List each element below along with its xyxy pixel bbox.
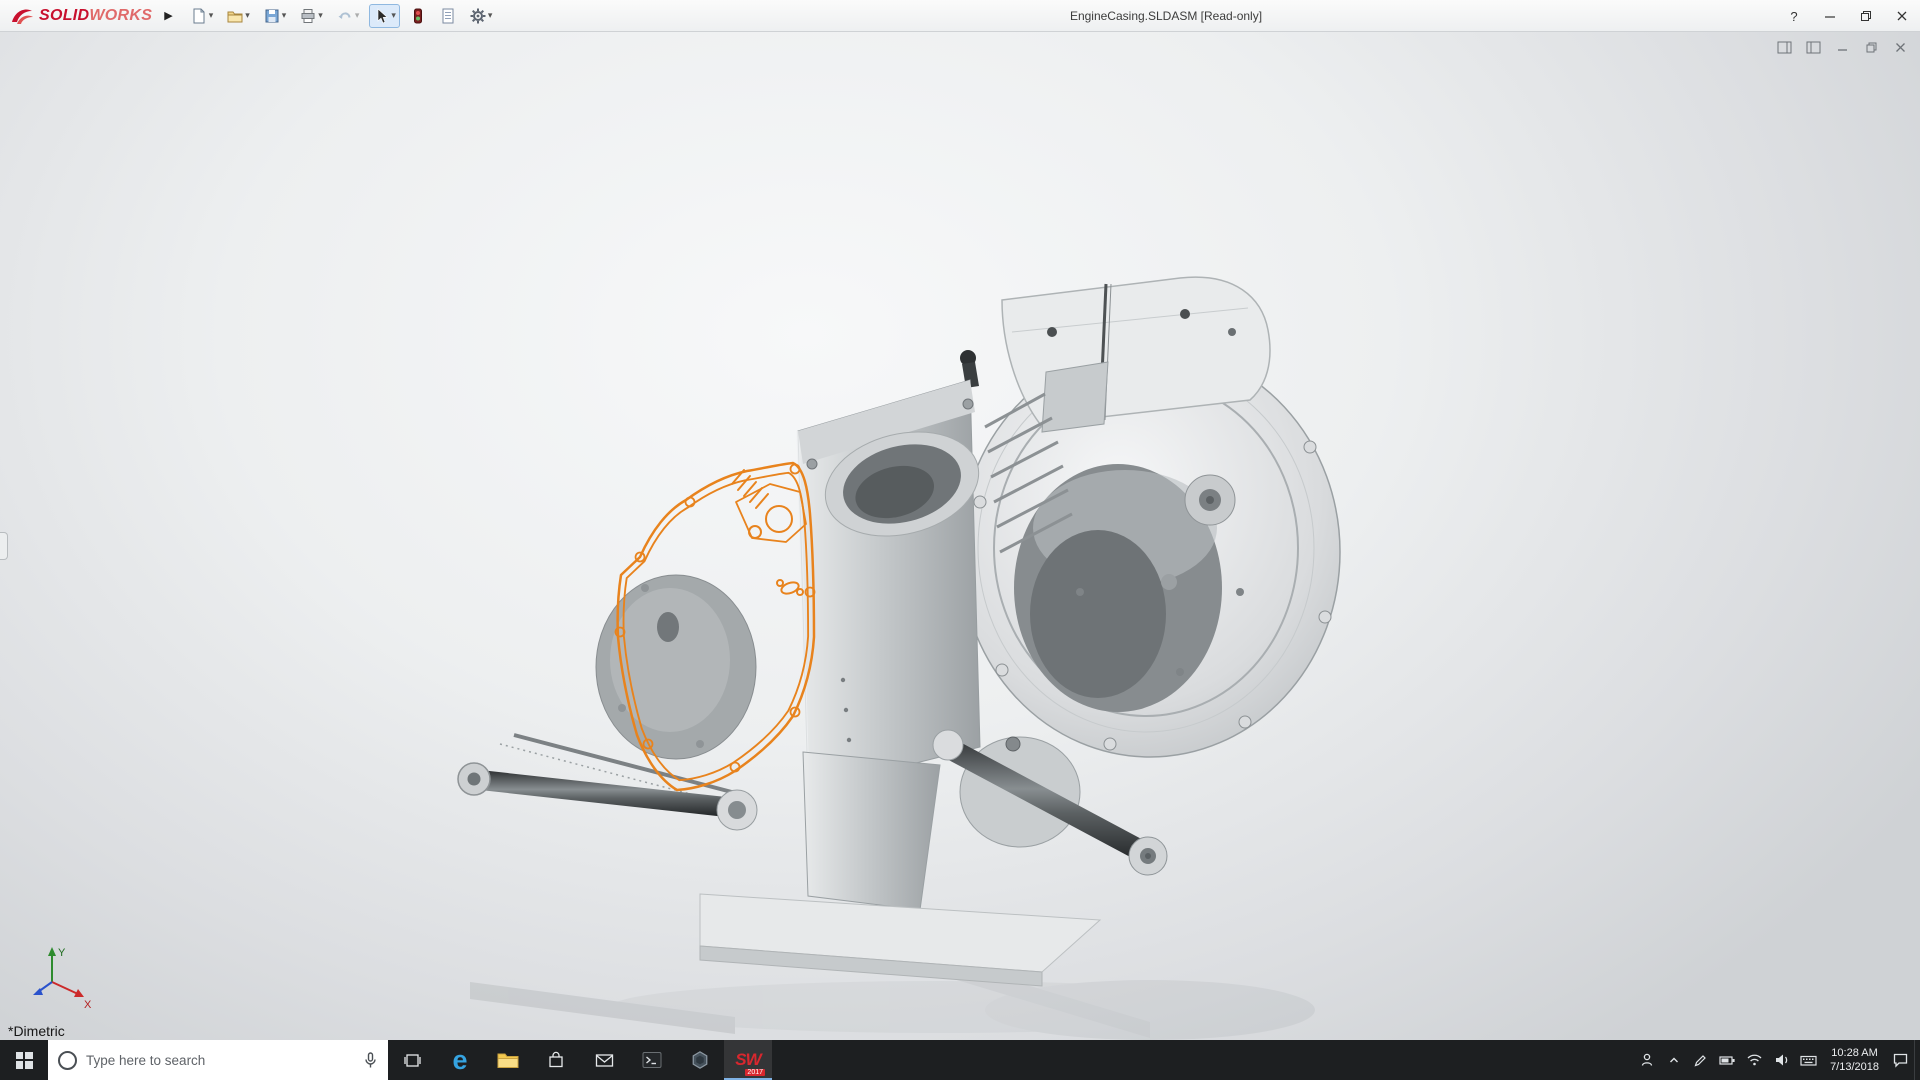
doc-minimize-button[interactable]: [1832, 38, 1852, 56]
new-document-button[interactable]: ▾: [187, 4, 218, 28]
window-controls: ?: [1776, 0, 1920, 32]
engine-casing-model[interactable]: [0, 32, 1920, 1040]
restore-button[interactable]: [1848, 0, 1884, 32]
pen-settings-button[interactable]: [1687, 1040, 1714, 1080]
open-button[interactable]: ▾: [223, 4, 254, 28]
pinned-apps: e: [388, 1040, 772, 1080]
system-tray: 10:28 AM 7/13/2018: [1633, 1040, 1920, 1080]
close-button[interactable]: [1884, 0, 1920, 32]
file-explorer-icon: [497, 1051, 519, 1069]
save-icon: [264, 8, 280, 24]
orientation-label: *Dimetric: [8, 1023, 65, 1039]
edge-button[interactable]: e: [436, 1040, 484, 1080]
select-cursor-icon: [373, 8, 389, 24]
options-button[interactable]: ▾: [466, 4, 497, 28]
save-button[interactable]: ▾: [260, 4, 291, 28]
wifi-icon: [1746, 1053, 1763, 1067]
file-properties-icon: [440, 8, 456, 24]
touch-keyboard-button[interactable]: [1795, 1040, 1822, 1080]
print-button[interactable]: ▾: [296, 4, 327, 28]
tray-clock[interactable]: 10:28 AM 7/13/2018: [1822, 1046, 1887, 1074]
minimize-icon: [1823, 9, 1837, 23]
date-text: 7/13/2018: [1830, 1060, 1879, 1074]
solidworks-year-badge: 2017: [745, 1069, 765, 1076]
round-cover-part[interactable]: [596, 575, 756, 759]
command-prompt-button[interactable]: [628, 1040, 676, 1080]
pen-icon: [1693, 1053, 1708, 1068]
graphics-viewport[interactable]: Y X *Dimetric: [0, 32, 1920, 1040]
doc-restore-button[interactable]: [1861, 38, 1881, 56]
volume-icon: [1774, 1053, 1790, 1067]
title-bar: SOLIDWORKS ▶ ▾ ▾ ▾: [0, 0, 1920, 32]
doc-close-button[interactable]: [1890, 38, 1910, 56]
touch-keyboard-icon: [1800, 1054, 1817, 1067]
hexagon-app-icon: [690, 1050, 710, 1070]
windows-taskbar: e: [0, 1040, 1920, 1080]
edge-icon: e: [452, 1047, 467, 1074]
options-gear-icon: [470, 8, 486, 24]
task-view-icon: [403, 1052, 422, 1069]
quick-access-toolbar: ▾ ▾ ▾ ▾ ▾: [187, 4, 497, 28]
file-explorer-button[interactable]: [484, 1040, 532, 1080]
pane-left-button[interactable]: [1774, 38, 1794, 56]
action-center-icon: [1892, 1052, 1909, 1068]
store-button[interactable]: [532, 1040, 580, 1080]
print-icon: [300, 8, 316, 24]
open-folder-icon: [227, 8, 243, 24]
undo-button[interactable]: ▾: [333, 4, 364, 28]
undo-icon: [337, 8, 353, 24]
action-center-button[interactable]: [1887, 1040, 1914, 1080]
new-document-icon: [191, 8, 207, 24]
windows-logo-icon: [16, 1052, 33, 1069]
show-desktop-button[interactable]: [1914, 1040, 1920, 1080]
pane-right-button[interactable]: [1803, 38, 1823, 56]
battery-icon: [1719, 1054, 1736, 1067]
logo-text-solid: SOLID: [39, 7, 89, 24]
menu-expand-arrow-icon[interactable]: ▶: [164, 9, 172, 22]
people-icon: [1639, 1052, 1655, 1068]
cortana-icon: [58, 1051, 77, 1070]
rebuild-button[interactable]: [406, 4, 430, 28]
help-button[interactable]: ?: [1776, 0, 1812, 32]
people-button[interactable]: [1633, 1040, 1660, 1080]
hidden-icons-button[interactable]: [1660, 1040, 1687, 1080]
triad-y-label: Y: [58, 947, 66, 959]
doc-window-controls: [1774, 38, 1910, 56]
microphone-icon[interactable]: [363, 1052, 378, 1069]
triad-x-label: X: [84, 999, 92, 1010]
select-tool-button[interactable]: ▾: [369, 4, 400, 28]
hexagon-app-button[interactable]: [676, 1040, 724, 1080]
search-input[interactable]: [86, 1053, 354, 1068]
taskbar-search[interactable]: [48, 1040, 388, 1080]
network-button[interactable]: [1741, 1040, 1768, 1080]
solidworks-logo-mark: [10, 6, 34, 26]
task-view-button[interactable]: [388, 1040, 436, 1080]
solidworks-logo: SOLIDWORKS: [0, 6, 158, 26]
clutch-casing-part[interactable]: [960, 347, 1340, 847]
time-text: 10:28 AM: [1830, 1046, 1879, 1060]
battery-button[interactable]: [1714, 1040, 1741, 1080]
store-icon: [547, 1051, 565, 1069]
restore-icon: [1859, 9, 1873, 23]
logo-text-works: WORKS: [89, 7, 152, 24]
mail-button[interactable]: [580, 1040, 628, 1080]
close-icon: [1895, 9, 1909, 23]
orientation-triad: Y X: [18, 944, 98, 1010]
solidworks-app-icon: SW 2017: [733, 1045, 763, 1075]
volume-button[interactable]: [1768, 1040, 1795, 1080]
start-button[interactable]: [0, 1040, 48, 1080]
solidworks-letters: SW: [735, 1050, 760, 1070]
command-prompt-icon: [642, 1051, 662, 1069]
rebuild-traffic-light-icon: [410, 8, 426, 24]
gasket-top-detail: [732, 470, 806, 596]
file-properties-button[interactable]: [436, 4, 460, 28]
minimize-button[interactable]: [1812, 0, 1848, 32]
mail-icon: [595, 1053, 614, 1068]
document-title: EngineCasing.SLDASM [Read-only]: [1070, 9, 1262, 23]
solidworks-app-button[interactable]: SW 2017: [724, 1040, 772, 1080]
hidden-icons-caret-icon: [1667, 1053, 1681, 1067]
